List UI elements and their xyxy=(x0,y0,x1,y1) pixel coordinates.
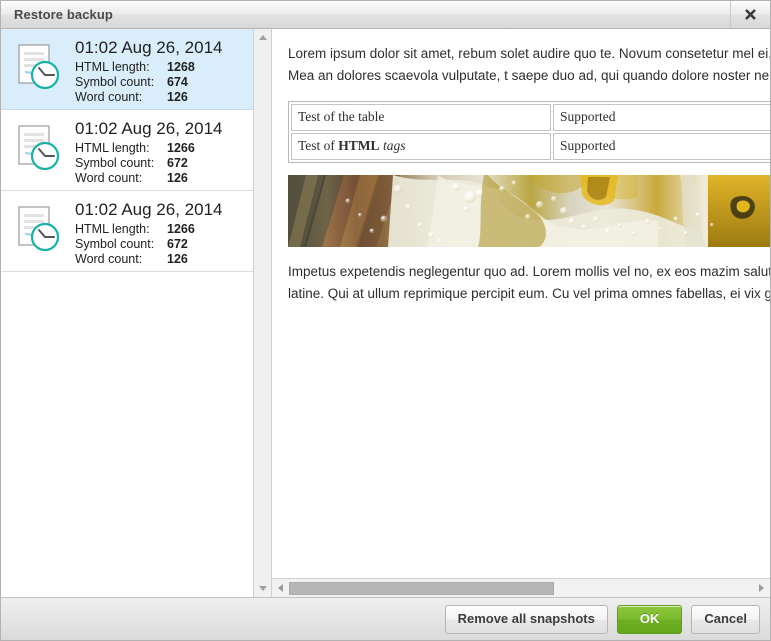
preview-document: Lorem ipsum dolor sit amet, rebum solet … xyxy=(288,43,770,305)
dialog-footer: Remove all snapshots OK Cancel xyxy=(1,597,770,640)
list-item[interactable]: 01:02 Aug 26, 2014 HTML length: 1266 Sym… xyxy=(1,110,253,191)
symbol-count-row: Symbol count: 674 xyxy=(75,75,247,90)
symbol-count-row: Symbol count: 672 xyxy=(75,237,247,252)
scroll-left-button[interactable] xyxy=(272,580,289,597)
preview-table: Test of the table Supported Test of HTML… xyxy=(288,101,770,163)
html-length-row: HTML length: 1266 xyxy=(75,141,247,156)
dialog-body: 01:02 Aug 26, 2014 HTML length: 1268 Sym… xyxy=(1,29,770,597)
snapshot-list[interactable]: 01:02 Aug 26, 2014 HTML length: 1268 Sym… xyxy=(1,29,254,597)
scroll-up-button[interactable] xyxy=(254,29,271,46)
remove-all-snapshots-button[interactable]: Remove all snapshots xyxy=(444,604,608,634)
html-length-row: HTML length: 1268 xyxy=(75,60,247,75)
symbol-count-value: 672 xyxy=(167,156,188,170)
snapshot-date: 01:02 Aug 26, 2014 xyxy=(75,119,223,138)
word-count-label: Word count: xyxy=(75,90,143,104)
symbol-count-value: 674 xyxy=(167,75,188,89)
snapshot-date: 01:02 Aug 26, 2014 xyxy=(75,38,223,57)
table-cell-label-italic: tags xyxy=(379,138,406,153)
preview-paragraph-bottom: Impetus expetendis neglegentur quo ad. L… xyxy=(288,264,770,301)
word-count-row: Word count: 126 xyxy=(75,171,247,186)
word-count-label: Word count: xyxy=(75,171,143,185)
list-item[interactable]: 01:02 Aug 26, 2014 HTML length: 1268 Sym… xyxy=(1,29,253,110)
list-item-details: 01:02 Aug 26, 2014 HTML length: 1268 Sym… xyxy=(67,37,247,105)
html-length-row: HTML length: 1266 xyxy=(75,222,247,237)
preview-paragraph-top: Lorem ipsum dolor sit amet, rebum solet … xyxy=(288,46,770,83)
table-cell-label-bold: HTML xyxy=(338,138,380,153)
horizontal-scroll-thumb[interactable] xyxy=(289,581,554,595)
document-clock-icon xyxy=(15,122,67,174)
symbol-count-value: 672 xyxy=(167,237,188,251)
word-count-value: 126 xyxy=(167,252,188,266)
table-cell-label: Test of HTML tags xyxy=(291,133,551,160)
list-item-details: 01:02 Aug 26, 2014 HTML length: 1266 Sym… xyxy=(67,118,247,186)
scroll-right-button[interactable] xyxy=(753,580,770,597)
html-length-label: HTML length: xyxy=(75,222,150,236)
html-length-value: 1268 xyxy=(167,60,195,74)
triangle-right-icon xyxy=(759,584,764,592)
table-cell-value: Supported xyxy=(553,133,770,160)
list-item[interactable]: 01:02 Aug 26, 2014 HTML length: 1266 Sym… xyxy=(1,191,253,272)
symbol-count-label: Symbol count: xyxy=(75,156,155,170)
snapshot-date: 01:02 Aug 26, 2014 xyxy=(75,200,223,219)
list-item-details: 01:02 Aug 26, 2014 HTML length: 1266 Sym… xyxy=(67,199,247,267)
symbol-count-row: Symbol count: 672 xyxy=(75,156,247,171)
triangle-left-icon xyxy=(278,584,283,592)
document-clock-icon xyxy=(15,203,67,255)
horizontal-scroll-track[interactable] xyxy=(289,580,753,597)
triangle-down-icon xyxy=(258,586,267,591)
table-row: Test of HTML tags Supported xyxy=(291,133,770,160)
snapshot-list-vertical-scrollbar[interactable] xyxy=(254,29,272,597)
cancel-button[interactable]: Cancel xyxy=(691,604,760,634)
preview-horizontal-scrollbar[interactable] xyxy=(272,578,770,597)
triangle-up-icon xyxy=(258,35,267,40)
scroll-down-button[interactable] xyxy=(254,580,271,597)
symbol-count-label: Symbol count: xyxy=(75,75,155,89)
document-clock-icon xyxy=(15,41,67,93)
ok-button[interactable]: OK xyxy=(616,604,683,634)
symbol-count-label: Symbol count: xyxy=(75,237,155,251)
html-length-label: HTML length: xyxy=(75,141,150,155)
table-cell-label: Test of the table xyxy=(291,104,551,131)
preview-image xyxy=(288,175,770,247)
word-count-row: Word count: 126 xyxy=(75,90,247,105)
table-cell-label-prefix: Test of xyxy=(298,138,339,153)
dialog-title: Restore backup xyxy=(14,7,113,22)
restore-backup-dialog: Restore backup 01:02 Aug 26, 2014 HTML l… xyxy=(0,0,771,641)
html-length-value: 1266 xyxy=(167,141,195,155)
html-length-value: 1266 xyxy=(167,222,195,236)
preview-content: Lorem ipsum dolor sit amet, rebum solet … xyxy=(272,29,770,578)
html-length-label: HTML length: xyxy=(75,60,150,74)
preview-pane: Lorem ipsum dolor sit amet, rebum solet … xyxy=(272,29,770,597)
close-icon xyxy=(744,8,757,21)
word-count-value: 126 xyxy=(167,171,188,185)
word-count-value: 126 xyxy=(167,90,188,104)
table-cell-value: Supported xyxy=(553,104,770,131)
table-row: Test of the table Supported xyxy=(291,104,770,131)
dialog-titlebar: Restore backup xyxy=(1,1,770,29)
word-count-label: Word count: xyxy=(75,252,143,266)
close-button[interactable] xyxy=(730,1,770,28)
word-count-row: Word count: 126 xyxy=(75,252,247,267)
